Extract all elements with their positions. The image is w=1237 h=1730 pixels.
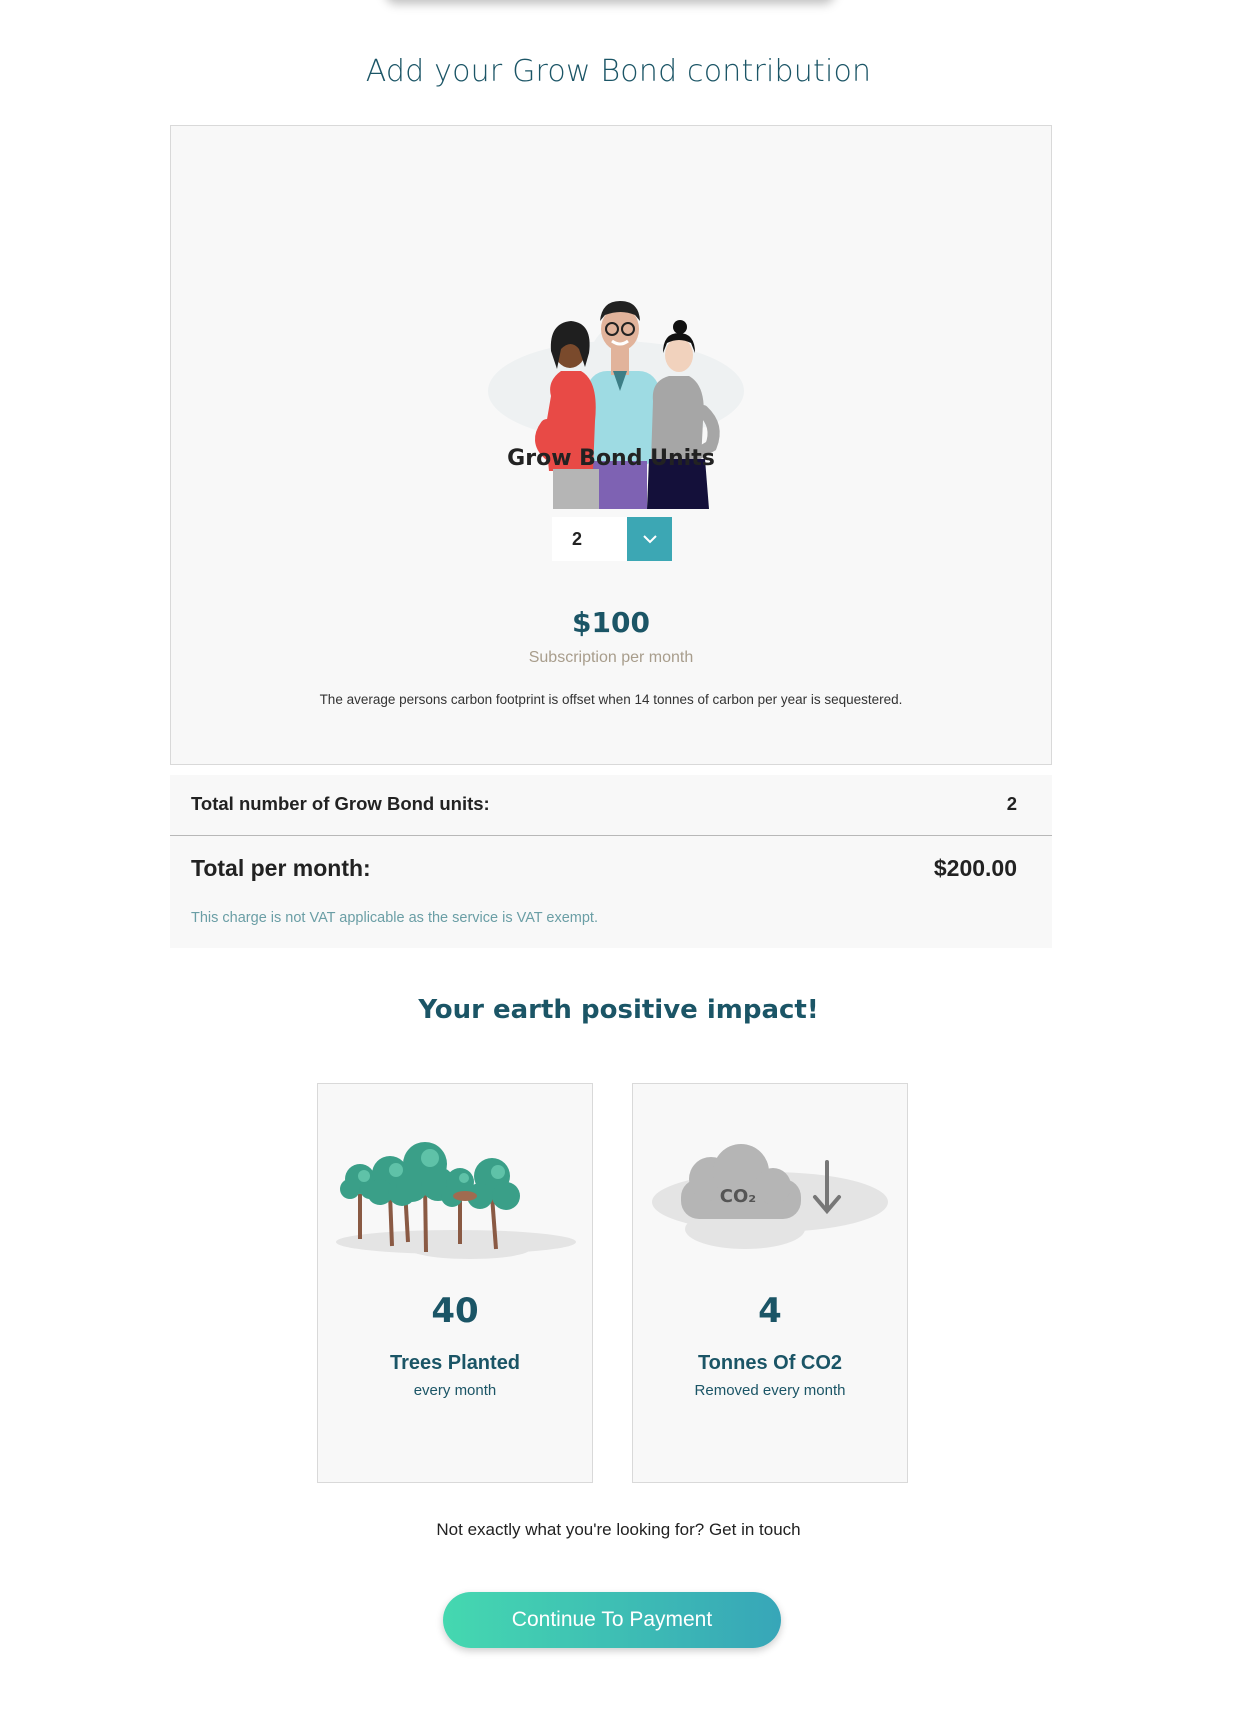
co2-sub: Removed every month [694,1382,846,1399]
units-selected-value[interactable]: 2 [552,517,627,561]
subscription-price: $100 [572,606,650,639]
units-total-row: Total number of Grow Bond units: 2 [170,775,1052,836]
co2-count: 4 [758,1291,782,1331]
product-card: Grow Bond Units 2 $100 Subscription per … [170,125,1052,765]
co2-icon-text: CO₂ [720,1186,756,1207]
vat-note: This charge is not VAT applicable as the… [191,910,598,926]
trees-sub: every month [413,1382,497,1399]
trees-icon [336,1142,576,1259]
page-title: Add your Grow Bond contribution [365,54,872,89]
impact-card-co2: CO₂ 4 Tonnes Of CO2 Removed every month [632,1083,908,1483]
units-title: Grow Bond Units [507,446,715,471]
contact-link[interactable]: Not exactly what you're looking for? Get… [0,1520,1237,1540]
units-total-label: Total number of Grow Bond units: [191,793,490,814]
month-total-label: Total per month: [191,855,371,881]
units-total-value: 2 [1006,793,1017,814]
footprint-note: The average persons carbon footprint is … [319,692,903,707]
order-summary: Total number of Grow Bond units: 2 Total… [170,775,1052,948]
units-dropdown[interactable]: 2 [552,517,672,561]
chevron-down-icon [642,535,657,544]
continue-to-payment-button[interactable]: Continue To Payment [443,1592,781,1648]
people-illustration [488,301,744,509]
trees-count: 40 [431,1291,479,1331]
trees-label: Trees Planted [389,1352,521,1374]
impact-heading: Your earth positive impact! [418,995,819,1025]
co2-label: Tonnes Of CO2 [697,1352,843,1374]
impact-card-trees: 40 Trees Planted every month [317,1083,593,1483]
price-caption: Subscription per month [528,649,694,666]
co2-cloud-icon: CO₂ [652,1144,888,1249]
month-total-value: $200.00 [933,855,1017,881]
dropdown-toggle-button[interactable] [627,517,672,561]
